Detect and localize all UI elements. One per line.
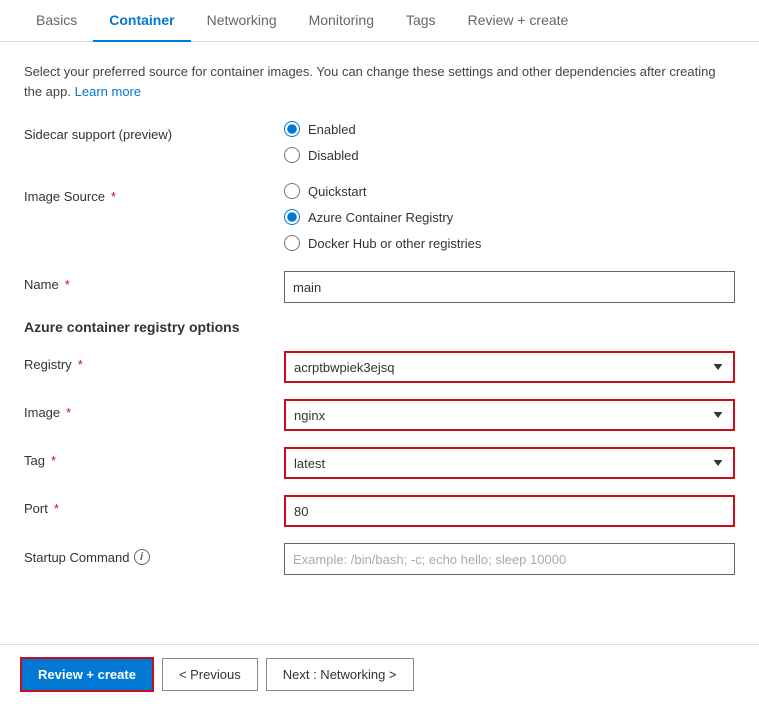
name-label: Name * <box>24 271 264 292</box>
image-label: Image * <box>24 399 264 420</box>
sidecar-disabled-option[interactable]: Disabled <box>284 147 735 163</box>
image-source-row: Image Source * Quickstart Azure Containe… <box>24 183 735 255</box>
sidecar-options: Enabled Disabled <box>284 121 735 167</box>
image-source-label: Image Source * <box>24 183 264 204</box>
name-required: * <box>65 277 70 292</box>
tab-review-create[interactable]: Review + create <box>452 0 585 42</box>
dockerhub-label: Docker Hub or other registries <box>308 236 481 251</box>
acr-label: Azure Container Registry <box>308 210 453 225</box>
learn-more-link[interactable]: Learn more <box>75 84 141 99</box>
review-create-button[interactable]: Review + create <box>20 657 154 692</box>
image-required: * <box>66 405 71 420</box>
tab-monitoring[interactable]: Monitoring <box>293 0 390 42</box>
startup-command-input[interactable] <box>284 543 735 575</box>
registry-input-area: acrptbwpiek3ejsq <box>284 351 735 383</box>
dockerhub-radio[interactable] <box>284 235 300 251</box>
tag-required: * <box>51 453 56 468</box>
acr-section-header: Azure container registry options <box>24 319 735 335</box>
port-required: * <box>54 501 59 516</box>
acr-option[interactable]: Azure Container Registry <box>284 209 735 225</box>
registry-required: * <box>78 357 83 372</box>
port-input-area <box>284 495 735 527</box>
nav-tabs: Basics Container Networking Monitoring T… <box>0 0 759 42</box>
quickstart-option[interactable]: Quickstart <box>284 183 735 199</box>
next-button[interactable]: Next : Networking > <box>266 658 414 691</box>
quickstart-label: Quickstart <box>308 184 367 199</box>
tab-networking[interactable]: Networking <box>191 0 293 42</box>
tag-label: Tag * <box>24 447 264 468</box>
sidecar-disabled-label: Disabled <box>308 148 359 163</box>
acr-radio[interactable] <box>284 209 300 225</box>
sidecar-support-row: Sidecar support (preview) Enabled Disabl… <box>24 121 735 167</box>
footer: Review + create < Previous Next : Networ… <box>0 644 759 704</box>
image-source-required: * <box>111 189 116 204</box>
name-input[interactable] <box>284 271 735 303</box>
quickstart-radio[interactable] <box>284 183 300 199</box>
tag-input-area: latest <box>284 447 735 479</box>
startup-command-label: Startup Command i <box>24 543 264 565</box>
previous-button[interactable]: < Previous <box>162 658 258 691</box>
port-input[interactable] <box>284 495 735 527</box>
tab-container[interactable]: Container <box>93 0 190 42</box>
sidecar-disabled-radio[interactable] <box>284 147 300 163</box>
port-label: Port * <box>24 495 264 516</box>
image-row: Image * nginx <box>24 399 735 431</box>
sidecar-enabled-label: Enabled <box>308 122 356 137</box>
registry-dropdown[interactable]: acrptbwpiek3ejsq <box>284 351 735 383</box>
port-row: Port * <box>24 495 735 527</box>
tab-basics[interactable]: Basics <box>20 0 93 42</box>
sidecar-enabled-radio[interactable] <box>284 121 300 137</box>
registry-label: Registry * <box>24 351 264 372</box>
image-source-options: Quickstart Azure Container Registry Dock… <box>284 183 735 255</box>
tag-dropdown[interactable]: latest <box>284 447 735 479</box>
startup-command-info-icon[interactable]: i <box>134 549 150 565</box>
dockerhub-option[interactable]: Docker Hub or other registries <box>284 235 735 251</box>
image-dropdown[interactable]: nginx <box>284 399 735 431</box>
sidecar-label: Sidecar support (preview) <box>24 121 264 142</box>
sidecar-enabled-option[interactable]: Enabled <box>284 121 735 137</box>
name-row: Name * <box>24 271 735 303</box>
startup-command-input-area <box>284 543 735 575</box>
description-text: Select your preferred source for contain… <box>24 62 735 101</box>
tag-row: Tag * latest <box>24 447 735 479</box>
name-input-area <box>284 271 735 303</box>
tab-tags[interactable]: Tags <box>390 0 452 42</box>
image-input-area: nginx <box>284 399 735 431</box>
startup-command-row: Startup Command i <box>24 543 735 575</box>
registry-row: Registry * acrptbwpiek3ejsq <box>24 351 735 383</box>
main-content: Select your preferred source for contain… <box>0 42 759 691</box>
